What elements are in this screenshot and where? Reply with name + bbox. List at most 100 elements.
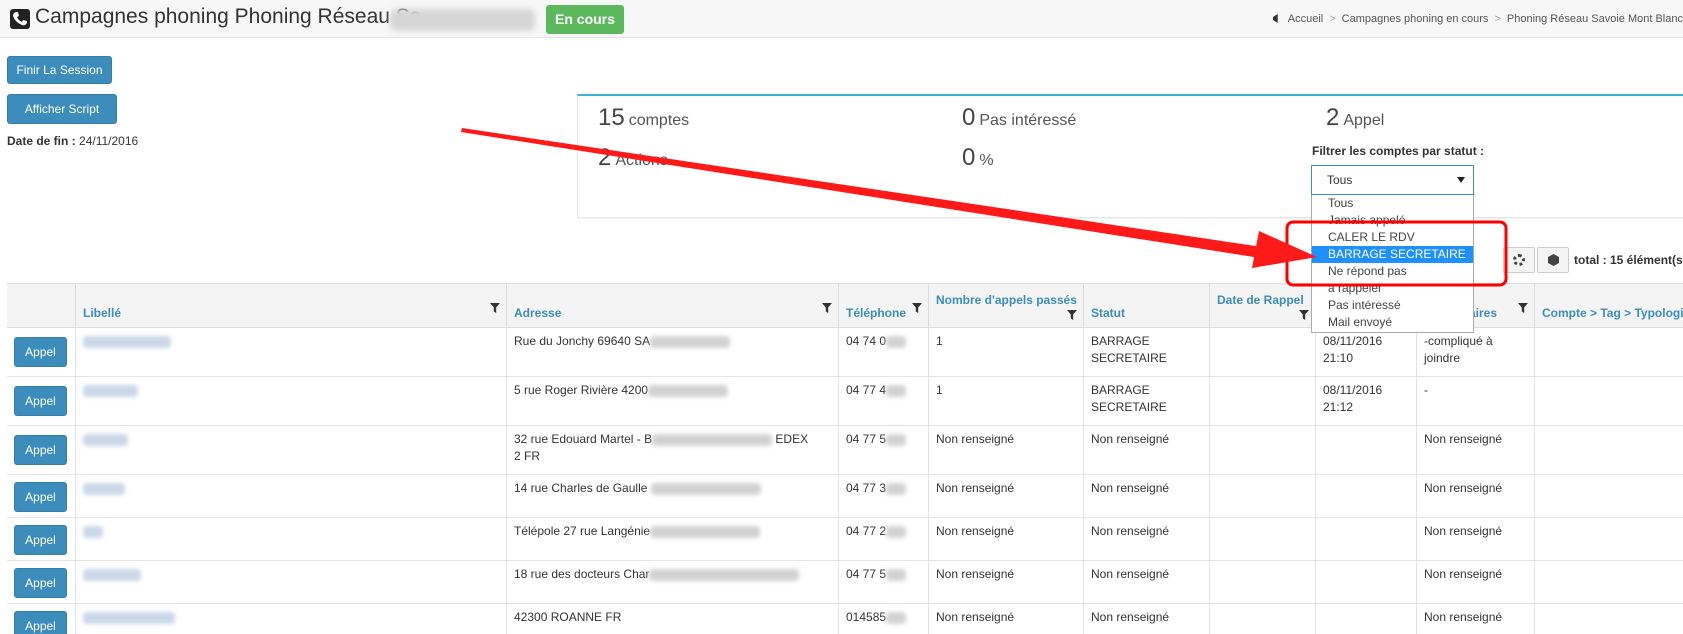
address: 42300 ROANNE FR: [507, 604, 839, 634]
table-row: Appel 42300 ROANNE FR 014585 Non renseig…: [7, 604, 1683, 634]
redacted-text: [650, 525, 761, 538]
dropdown-option[interactable]: CALER LE RDV: [1312, 229, 1473, 246]
call-count: Non renseigné: [929, 426, 1084, 474]
redacted-text: [652, 433, 773, 446]
account-link[interactable]: [83, 611, 175, 624]
show-script-button[interactable]: Afficher Script: [7, 94, 117, 124]
phone-icon: [10, 9, 30, 29]
comment: Non renseigné: [1417, 561, 1535, 603]
redacted-text: [650, 335, 731, 348]
callback-date: [1316, 475, 1417, 517]
call-button[interactable]: Appel: [14, 611, 67, 634]
call-button[interactable]: Appel: [14, 386, 67, 416]
callback-date: [1316, 426, 1417, 474]
table-row: Appel 32 rue Edouard Martel - B EDEX 2 FR…: [7, 426, 1683, 475]
account-link[interactable]: [83, 568, 141, 581]
filter-icon[interactable]: [1299, 310, 1309, 320]
stats-box: [577, 94, 1683, 218]
phone: 04 77 2: [846, 524, 887, 538]
stat-actions: 2 Actions: [598, 144, 668, 171]
call-count: Non renseigné: [929, 561, 1084, 603]
account-link[interactable]: [83, 482, 125, 495]
filter-icon[interactable]: [1067, 310, 1077, 320]
call-count: Non renseigné: [929, 604, 1084, 634]
call-button[interactable]: Appel: [14, 525, 67, 555]
table-row: Appel Télépole 27 rue Langénie 04 77 2 N…: [7, 518, 1683, 561]
table-row: Appel 5 rue Roger Rivière 4200 04 77 4 1…: [7, 377, 1683, 426]
comment: Non renseigné: [1417, 604, 1535, 634]
comment: Non renseigné: [1417, 426, 1535, 474]
col-telephone[interactable]: Téléphone: [839, 284, 929, 328]
status: Non renseigné: [1084, 518, 1210, 560]
breadcrumb-home[interactable]: Accueil: [1288, 13, 1323, 25]
address: 18 rue des docteurs Char: [514, 567, 650, 581]
call-button[interactable]: Appel: [14, 337, 67, 367]
account-link[interactable]: [83, 335, 171, 348]
redacted-text: [886, 525, 907, 538]
callback-date: 08/11/2016 21:12: [1316, 377, 1417, 425]
address: Télépole 27 rue Langénie: [514, 524, 651, 538]
finish-session-button[interactable]: Finir La Session: [7, 56, 112, 84]
status: Non renseigné: [1084, 475, 1210, 517]
dropdown-option[interactable]: Mail envoyé: [1312, 314, 1473, 331]
phone: 04 74 0: [846, 334, 887, 348]
col-adresse[interactable]: Adresse: [507, 284, 839, 328]
status-filter-value: Tous: [1327, 173, 1353, 187]
export-button[interactable]: [1537, 247, 1569, 273]
redacted-text: [650, 482, 761, 495]
breadcrumb-campaigns[interactable]: Campagnes phoning en cours: [1342, 13, 1489, 25]
filter-icon[interactable]: [490, 303, 500, 313]
call-count: 1: [929, 377, 1084, 425]
table-row: Appel Rue du Jonchy 69640 SA 04 74 0 1 B…: [7, 328, 1683, 377]
address: 14 rue Charles de Gaulle: [514, 481, 648, 495]
status: BARRAGE SECRETAIRE: [1084, 377, 1210, 425]
status-filter-select[interactable]: Tous: [1311, 165, 1474, 195]
dropdown-option-selected[interactable]: BARRAGE SECRETAIRE: [1312, 246, 1473, 263]
col-action: [7, 284, 76, 328]
end-date-label: Date de fin :: [7, 134, 76, 148]
call-count: Non renseigné: [929, 518, 1084, 560]
call-button[interactable]: Appel: [14, 568, 67, 598]
redacted-text: [886, 568, 907, 581]
address-line2: 2 FR: [514, 449, 541, 463]
comment: -: [1417, 377, 1535, 425]
dropdown-option[interactable]: Ne répond pas: [1312, 263, 1473, 280]
account-link[interactable]: [83, 433, 128, 446]
cube-icon: [1548, 254, 1559, 266]
total-count: total : 15 élément(s): [1574, 253, 1683, 267]
comment: -compliqué à joindre: [1417, 328, 1535, 376]
address-suffix: EDEX: [775, 432, 809, 446]
filter-icon[interactable]: [822, 303, 832, 313]
callback-date: [1316, 561, 1417, 603]
filter-label: Filtrer les comptes par statut :: [1312, 144, 1485, 158]
status-filter-dropdown: Tous Jamais appelé CALER LE RDV BARRAGE …: [1311, 195, 1474, 333]
call-button[interactable]: Appel: [14, 482, 67, 512]
col-nb-appels[interactable]: Nombre d'appels passés: [929, 284, 1084, 328]
dropdown-option[interactable]: Pas intéressé: [1312, 297, 1473, 314]
redacted-text: [649, 568, 800, 581]
dropdown-option[interactable]: Jamais appelé: [1312, 212, 1473, 229]
status-badge: En cours: [546, 5, 624, 34]
col-statut[interactable]: Statut: [1084, 284, 1210, 328]
settings-button[interactable]: [1503, 247, 1535, 273]
phone: 04 77 5: [846, 432, 887, 446]
dropdown-option[interactable]: Tous: [1312, 195, 1473, 212]
stat-accounts: 15 comptes: [598, 104, 690, 131]
account-link[interactable]: [83, 384, 138, 397]
col-libelle[interactable]: Libellé: [76, 284, 507, 328]
col-date-rappel[interactable]: Date de Rappel: [1210, 284, 1316, 328]
page-header: Campagnes phoning Phoning Réseau Sa En c…: [0, 0, 1683, 38]
address: 5 rue Roger Rivière 4200: [514, 383, 649, 397]
breadcrumb-current: Phoning Réseau Savoie Mont Blanc: [1506, 13, 1683, 25]
call-button[interactable]: Appel: [14, 435, 67, 465]
dropdown-option[interactable]: à rappeler: [1312, 280, 1473, 297]
col-typologie[interactable]: Compte > Tag > Typologie: [1535, 284, 1683, 328]
gears-icon: [1513, 254, 1525, 266]
phone: 014585: [846, 610, 887, 624]
account-link[interactable]: [83, 525, 103, 538]
filter-icon[interactable]: [1518, 303, 1528, 313]
status: Non renseigné: [1084, 604, 1210, 634]
filter-icon[interactable]: [912, 303, 922, 313]
end-date-value: 24/11/2016: [79, 134, 139, 148]
redacted-text: [886, 433, 907, 446]
